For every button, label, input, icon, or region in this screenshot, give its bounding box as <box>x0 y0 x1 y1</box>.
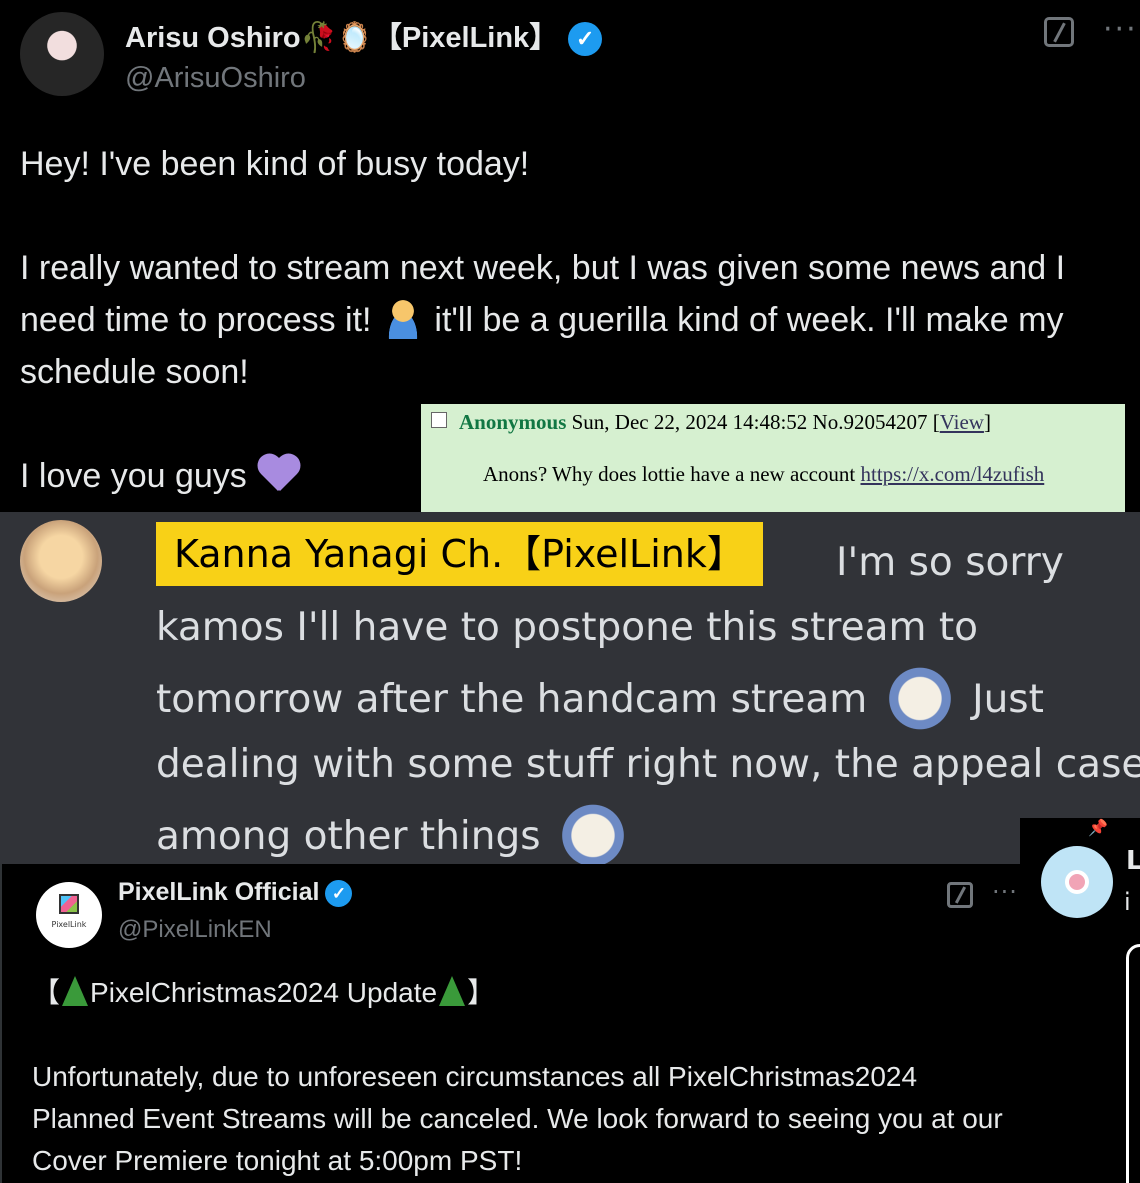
post-body: Anons? Why does lottie have a new accoun… <box>483 462 1045 486</box>
poster-name: Anonymous <box>459 410 567 434</box>
tweet-pixellink: PixelLink PixelLink Official ✓ @PixelLink… <box>0 864 1020 1183</box>
crying-emote-icon <box>879 660 960 730</box>
distressed-emote-icon <box>552 797 633 864</box>
verified-badge-icon: ✓ <box>568 22 603 57</box>
christmas-tree-icon <box>439 976 466 1006</box>
tweet-text: 【PixelChristmas2024 Update】 Unfortunatel… <box>32 972 1012 1182</box>
media-card[interactable] <box>1126 944 1140 1183</box>
avatar-label: PixelLink <box>51 920 87 929</box>
display-name[interactable]: PixelLink Official ✓ <box>118 878 353 907</box>
tweet-line: Hey! I've been kind of busy today! <box>20 145 530 183</box>
pin-icon: 📌 <box>1088 818 1108 837</box>
tweet-line: I love you guys <box>20 457 247 495</box>
view-link[interactable]: View <box>940 410 984 434</box>
person-bowing-emoji-icon <box>380 299 425 339</box>
post-url-link[interactable]: https://x.com/l4zufish <box>861 462 1045 486</box>
post-datetime: Sun, Dec 22, 2024 14:48:52 <box>571 410 808 434</box>
forum-post: Anonymous Sun, Dec 22, 2024 14:48:52 No.… <box>421 404 1125 513</box>
handle[interactable]: @ArisuOshiro <box>125 62 306 95</box>
grok-icon[interactable] <box>947 882 973 908</box>
side-name: L <box>1126 846 1140 876</box>
display-name[interactable]: Arisu Oshiro🥀🪞【PixelLink】 ✓ <box>125 14 603 57</box>
avatar[interactable] <box>20 520 102 602</box>
more-icon[interactable]: ··· <box>1103 12 1138 47</box>
discord-message: I'm so sorry kamos I'll have to postpone… <box>0 512 1140 864</box>
avatar[interactable] <box>20 12 104 96</box>
side-tweet-fragment: 📌 L i <box>1020 818 1140 1183</box>
avatar[interactable] <box>1041 846 1113 918</box>
tweet-body: Unfortunately, due to unforeseen circums… <box>32 1061 1003 1176</box>
avatar[interactable]: PixelLink <box>36 882 102 948</box>
more-icon[interactable]: ··· <box>992 878 1018 906</box>
logo-cube-icon <box>59 894 79 914</box>
side-text: i <box>1124 888 1131 916</box>
handle[interactable]: @PixelLinkEN <box>118 916 272 944</box>
post-checkbox[interactable] <box>431 412 447 428</box>
grok-icon[interactable] <box>1044 17 1074 47</box>
post-header: Anonymous Sun, Dec 22, 2024 14:48:52 No.… <box>459 410 991 434</box>
verified-badge-icon: ✓ <box>325 879 353 907</box>
username-tag[interactable]: Kanna Yanagi Ch.【PixelLink】 <box>156 522 763 586</box>
headline: PixelChristmas2024 Update <box>90 977 438 1008</box>
christmas-tree-icon <box>62 976 89 1006</box>
post-number[interactable]: No.92054207 <box>813 410 928 434</box>
purple-heart-icon <box>256 453 302 495</box>
